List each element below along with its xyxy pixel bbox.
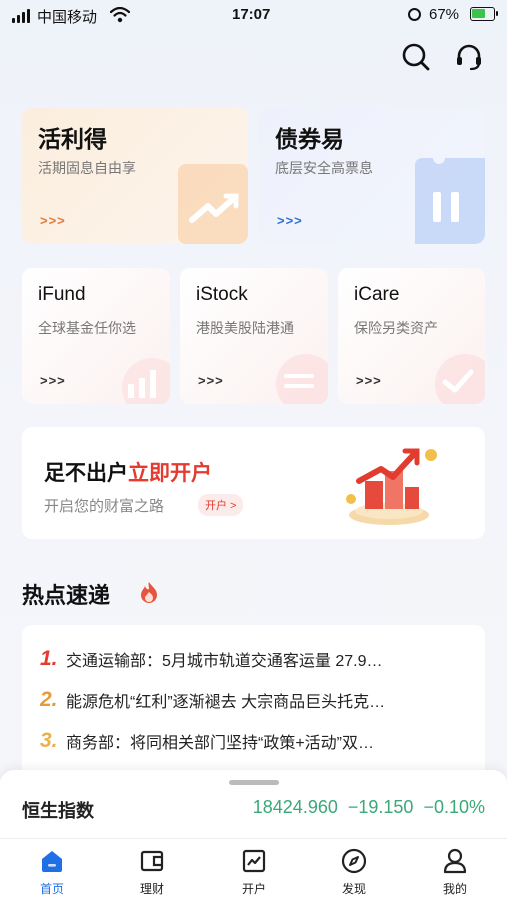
- carrier-name: 中国移动: [37, 9, 98, 26]
- product-card-ifund[interactable]: iFund 全球基金任你选 >>>: [22, 268, 170, 404]
- index-values: 18424.960 −19.150 −0.10%: [253, 797, 485, 818]
- exchange-icon: [276, 354, 328, 404]
- news-rank: 1.: [40, 647, 58, 670]
- index-ticker-panel[interactable]: 恒生指数 18424.960 −19.150 −0.10%: [0, 770, 507, 840]
- bottom-tab-bar: 首页 理财 开户 发现 我的: [0, 838, 507, 900]
- feature-card-subtitle: 活期固息自由享: [38, 160, 136, 176]
- user-icon: [443, 848, 467, 874]
- tab-wealth[interactable]: 理财: [122, 847, 182, 897]
- tab-label: 我的: [442, 882, 467, 896]
- tab-discover[interactable]: 发现: [324, 847, 384, 897]
- open-account-title-accent: 立即开户: [128, 462, 212, 485]
- news-item[interactable]: 2. 能源危机“红利”逐渐褪去 大宗商品巨头托克…: [40, 688, 470, 712]
- wifi-icon: [110, 7, 130, 23]
- product-card-title: iFund: [38, 284, 86, 305]
- news-item[interactable]: 1. 交通运输部：5月城市轨道交通客运量 27.9…: [40, 647, 470, 671]
- status-bar: 中国移动 17:07 67%: [0, 0, 507, 30]
- product-card-title: iStock: [196, 284, 248, 305]
- product-card-istock[interactable]: iStock 港股美股陆港通 >>>: [180, 268, 328, 404]
- index-name: 恒生指数: [22, 801, 94, 821]
- index-change: −19.150: [347, 797, 414, 817]
- open-account-card[interactable]: 足不出户立即开户 开启您的财富之路 开户 >: [22, 427, 485, 539]
- home-icon: [42, 851, 62, 872]
- news-headline: 能源危机“红利”逐渐褪去 大宗商品巨头托克…: [66, 694, 386, 711]
- tab-me[interactable]: 我的: [425, 847, 485, 897]
- orientation-lock-icon: [408, 8, 421, 21]
- wallet-icon: [140, 850, 164, 872]
- flame-icon: [141, 582, 157, 603]
- more-arrows: >>>: [40, 213, 66, 228]
- open-account-title-prefix: 足不出户: [44, 462, 128, 485]
- chart-card-icon: [242, 849, 266, 873]
- tab-home[interactable]: 首页: [22, 847, 82, 897]
- product-card-subtitle: 保险另类资产: [354, 320, 438, 336]
- news-headline: 商务部：将同相关部门坚持“政策+活动”双…: [66, 735, 375, 752]
- feature-card-huolide[interactable]: 活利得 活期固息自由享 >>>: [22, 108, 248, 244]
- battery-icon: [470, 7, 498, 21]
- hot-news-title: 热点速递: [22, 583, 111, 608]
- product-card-subtitle: 全球基金任你选: [38, 320, 136, 336]
- search-icon[interactable]: [399, 40, 433, 74]
- index-value: 18424.960: [252, 797, 338, 817]
- feature-card-subtitle: 底层安全高票息: [275, 160, 373, 176]
- ticket-icon: [415, 158, 485, 244]
- tab-label: 首页: [39, 882, 64, 896]
- open-account-title: 足不出户立即开户: [44, 457, 212, 487]
- product-card-subtitle: 港股美股陆港通: [196, 320, 294, 336]
- feature-card-title: 活利得: [38, 126, 107, 152]
- headset-icon[interactable]: [452, 40, 486, 74]
- trend-up-icon: [178, 164, 248, 244]
- news-rank: 2.: [40, 688, 58, 711]
- news-item[interactable]: 3. 商务部：将同相关部门坚持“政策+活动”双…: [40, 729, 470, 753]
- compass-icon: [341, 848, 367, 874]
- tab-label: 发现: [341, 882, 366, 896]
- feature-card-zhaiquanyi[interactable]: 债券易 底层安全高票息 >>>: [259, 108, 485, 244]
- product-card-title: iCare: [354, 284, 400, 305]
- drag-handle[interactable]: [229, 780, 279, 785]
- clock: 17:07: [232, 6, 271, 23]
- tab-label: 理财: [139, 882, 164, 896]
- feature-card-title: 债券易: [275, 126, 344, 152]
- tab-open-account[interactable]: 开户: [224, 847, 284, 897]
- open-account-button[interactable]: 开户 >: [198, 494, 244, 516]
- gift-chart-illustration: [346, 448, 437, 525]
- open-account-subtitle: 开启您的财富之路: [44, 498, 165, 515]
- news-rank: 3.: [40, 729, 58, 752]
- more-arrows: >>>: [198, 373, 224, 388]
- product-card-icare[interactable]: iCare 保险另类资产 >>>: [338, 268, 485, 404]
- index-change-percent: −0.10%: [423, 797, 485, 817]
- battery-percent: 67%: [429, 6, 460, 23]
- check-icon: [435, 354, 485, 404]
- more-arrows: >>>: [40, 373, 66, 388]
- news-headline: 交通运输部：5月城市轨道交通客运量 27.9…: [66, 653, 383, 670]
- more-arrows: >>>: [356, 373, 382, 388]
- signal-icon: [12, 9, 30, 23]
- tab-label: 开户: [241, 882, 266, 896]
- more-arrows: >>>: [277, 213, 303, 228]
- bar-chart-icon: [122, 358, 170, 404]
